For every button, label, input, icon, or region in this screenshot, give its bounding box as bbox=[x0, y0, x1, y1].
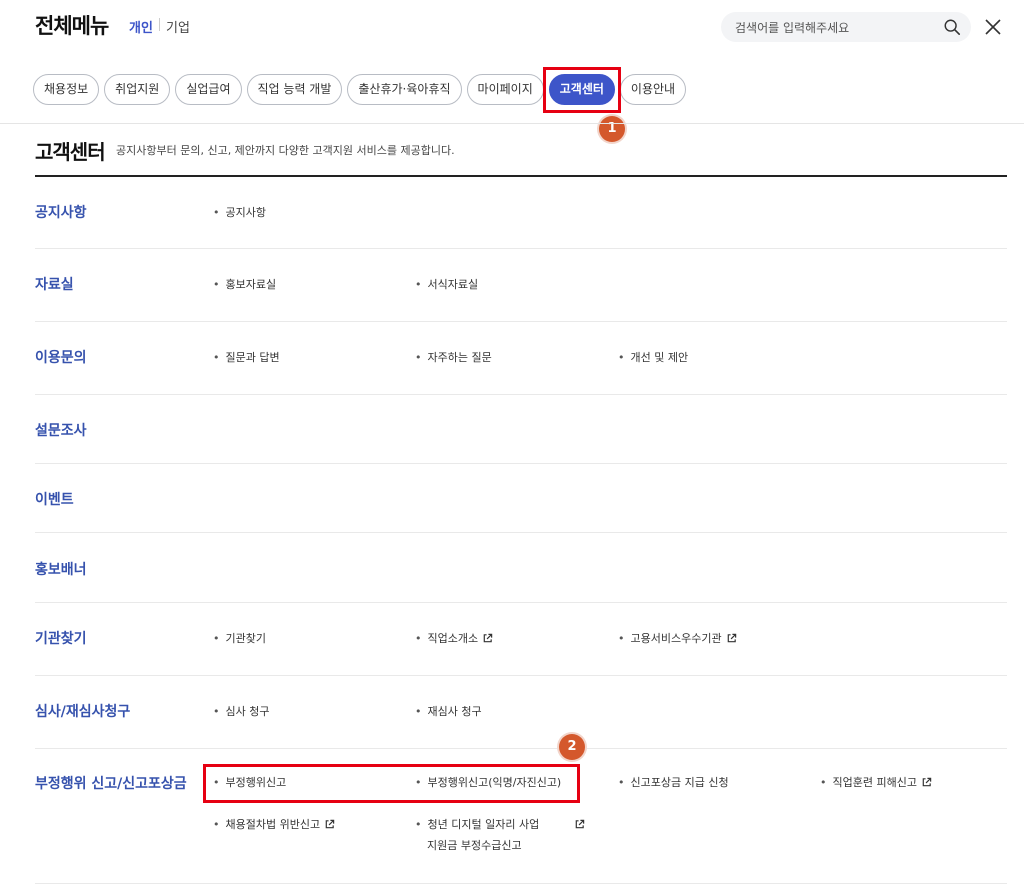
row-title-banner[interactable]: 홍보배너 bbox=[35, 559, 87, 579]
section-description: 공지사항부터 문의, 신고, 제안까지 다양한 고객지원 서비스를 제공합니다. bbox=[116, 144, 455, 157]
chip-parental-leave[interactable]: 출산휴가·육아휴직 bbox=[347, 74, 462, 105]
row-title-agency[interactable]: 기관찾기 bbox=[35, 628, 87, 648]
chip-mypage[interactable]: 마이페이지 bbox=[466, 74, 544, 105]
menu-link-job-agency-label: 직업소개소 bbox=[427, 632, 479, 645]
row-title-event[interactable]: 이벤트 bbox=[35, 489, 74, 509]
row-title-review[interactable]: 심사/재심사청구 bbox=[35, 701, 130, 721]
menu-row-inquiry: 이용문의 질문과 답변 자주하는 질문 개선 및 제안 bbox=[35, 322, 1007, 395]
menu-row-event: 이벤트 bbox=[35, 464, 1007, 533]
step-badge-1: 1 bbox=[599, 116, 625, 142]
menu-row-report: 부정행위 신고/신고포상금 부정행위신고 부정행위신고(익명/자진신고) 신고포… bbox=[35, 749, 1007, 884]
menu-link-promo-archive[interactable]: 홍보자료실 bbox=[213, 277, 277, 293]
chip-unemployment-benefit[interactable]: 실업급여 bbox=[175, 74, 242, 105]
menu-link-training-damage[interactable]: 직업훈련 피해신고 bbox=[820, 775, 932, 791]
search-icon[interactable] bbox=[943, 18, 961, 36]
menu-link-youth-digital-job[interactable]: 청년 디지털 일자리 사업 bbox=[415, 817, 540, 833]
divider bbox=[0, 123, 1024, 124]
menu-row-notice: 공지사항 공지사항 bbox=[35, 177, 1007, 249]
tab-personal[interactable]: 개인 bbox=[129, 17, 153, 36]
menu-link-subsidy-fraud[interactable]: 지원금 부정수급신고 bbox=[427, 838, 522, 854]
tab-divider bbox=[159, 18, 160, 31]
row-title-report[interactable]: 부정행위 신고/신고포상금 bbox=[35, 773, 187, 793]
chip-recruit[interactable]: 채용정보 bbox=[33, 74, 100, 105]
tab-company[interactable]: 기업 bbox=[166, 17, 190, 36]
menu-link-hiring-law-report-label: 채용절차법 위반신고 bbox=[225, 818, 321, 831]
menu-link-form-archive[interactable]: 서식자료실 bbox=[415, 277, 479, 293]
row-title-inquiry[interactable]: 이용문의 bbox=[35, 347, 87, 367]
menu-link-find-agency[interactable]: 기관찾기 bbox=[213, 631, 266, 647]
external-link-icon bbox=[727, 633, 736, 643]
menu-link-hiring-law-report[interactable]: 채용절차법 위반신고 bbox=[213, 817, 335, 833]
external-link-icon bbox=[325, 819, 335, 829]
menu-row-archive: 자료실 홍보자료실 서식자료실 bbox=[35, 249, 1007, 322]
chip-customer-center[interactable]: 고객센터 bbox=[548, 74, 615, 105]
menu-link-rereview-request[interactable]: 재심사 청구 bbox=[415, 704, 482, 720]
chip-guide[interactable]: 이용안내 bbox=[619, 74, 687, 105]
menu-link-review-request[interactable]: 심사 청구 bbox=[213, 704, 270, 720]
chip-customer-center-wrap: 고객센터 bbox=[542, 67, 621, 113]
menu-link-qna[interactable]: 질문과 답변 bbox=[213, 350, 280, 366]
row-title-archive[interactable]: 자료실 bbox=[35, 274, 74, 294]
menu-link-notice[interactable]: 공지사항 bbox=[213, 205, 266, 221]
menu-link-faq[interactable]: 자주하는 질문 bbox=[415, 350, 492, 366]
search-input[interactable]: 검색어를 입력해주세요 bbox=[721, 12, 971, 42]
menu-row-survey: 설문조사 bbox=[35, 395, 1007, 464]
menu-row-agency: 기관찾기 기관찾기 직업소개소 고용서비스우수기관 bbox=[35, 603, 1007, 676]
menu-row-banner: 홍보배너 bbox=[35, 533, 1007, 603]
external-link-icon[interactable] bbox=[574, 819, 585, 830]
menu-link-subsidy-fraud-label: 지원금 부정수급신고 bbox=[427, 839, 522, 852]
menu-row-review: 심사/재심사청구 심사 청구 재심사 청구 bbox=[35, 676, 1007, 749]
category-chips: 채용정보 취업지원 실업급여 직업 능력 개발 출산휴가·육아휴직 마이페이지 … bbox=[33, 67, 687, 113]
menu-link-job-agency[interactable]: 직업소개소 bbox=[415, 631, 493, 647]
menu-link-excellent-agency-label: 고용서비스우수기관 bbox=[630, 632, 722, 645]
chip-employment-support[interactable]: 취업지원 bbox=[104, 74, 171, 105]
search-placeholder: 검색어를 입력해주세요 bbox=[735, 21, 850, 35]
section-title: 고객센터 bbox=[35, 140, 106, 164]
step-badge-2: 2 bbox=[559, 734, 585, 760]
external-link-icon bbox=[922, 777, 932, 787]
row-title-survey[interactable]: 설문조사 bbox=[35, 420, 87, 440]
menu-link-suggestion[interactable]: 개선 및 제안 bbox=[618, 350, 689, 366]
menu-header: 전체메뉴 개인 기업 검색어를 입력해주세요 bbox=[0, 0, 1024, 58]
menu-link-excellent-agency[interactable]: 고용서비스우수기관 bbox=[618, 631, 737, 647]
page-title: 전체메뉴 bbox=[35, 14, 109, 38]
menu-link-training-damage-label: 직업훈련 피해신고 bbox=[832, 776, 917, 789]
chip-skills-development[interactable]: 직업 능력 개발 bbox=[246, 74, 343, 105]
menu-link-fraud-report[interactable]: 부정행위신고 bbox=[213, 775, 287, 791]
menu-link-fraud-report-anonymous[interactable]: 부정행위신고(익명/자진신고) bbox=[415, 775, 562, 791]
close-icon[interactable] bbox=[983, 17, 1003, 37]
menu-link-reward-claim[interactable]: 신고포상금 지급 신청 bbox=[618, 775, 729, 791]
external-link-icon bbox=[483, 633, 493, 643]
row-title-notice[interactable]: 공지사항 bbox=[35, 202, 87, 222]
